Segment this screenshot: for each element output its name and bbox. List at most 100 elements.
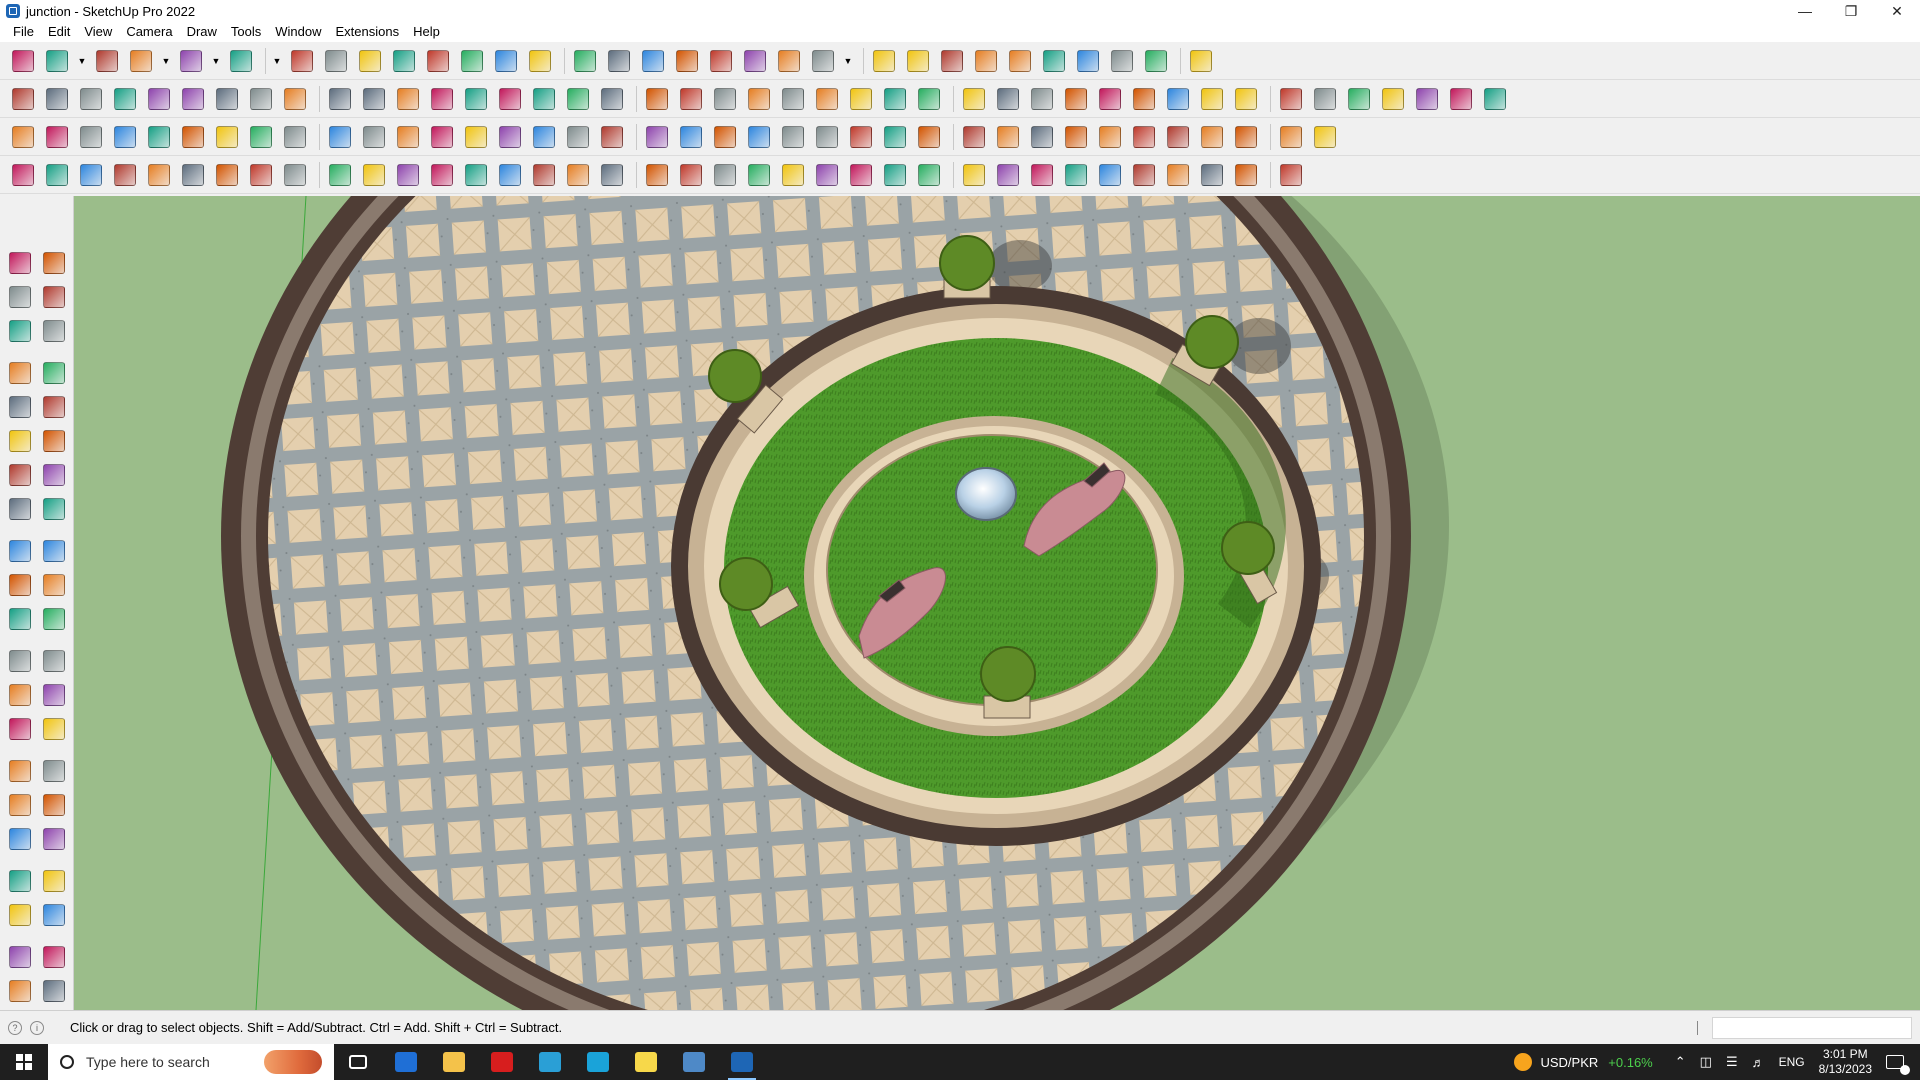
warehouse-icon[interactable] [672, 46, 702, 76]
scatter-icon[interactable] [1231, 122, 1261, 152]
axes-icon[interactable] [937, 46, 967, 76]
menu-draw[interactable]: Draw [180, 22, 224, 42]
cube-a-icon[interactable] [959, 122, 989, 152]
stop-icon[interactable] [1186, 46, 1216, 76]
wall-icon[interactable] [529, 84, 559, 114]
grid-blue-icon[interactable] [1095, 122, 1125, 152]
draw-p-icon[interactable] [529, 160, 559, 190]
draw-y-icon[interactable] [846, 160, 876, 190]
menu-file[interactable]: File [6, 22, 41, 42]
cross-blue-icon[interactable] [563, 122, 593, 152]
draw-b-icon[interactable] [42, 160, 72, 190]
solid-e-icon[interactable] [1480, 84, 1510, 114]
sort-icon[interactable] [971, 46, 1001, 76]
pencil-icon[interactable] [126, 46, 156, 76]
polygon-icon[interactable] [914, 84, 944, 114]
draw-ac-icon[interactable] [993, 160, 1023, 190]
draw-u-icon[interactable] [710, 160, 740, 190]
curve-red-icon[interactable] [461, 122, 491, 152]
share-icon[interactable] [1073, 46, 1103, 76]
menu-tools[interactable]: Tools [224, 22, 268, 42]
beam-icon[interactable] [359, 122, 389, 152]
plane-blue2-icon[interactable] [42, 122, 72, 152]
lasso-icon[interactable] [176, 46, 206, 76]
house5-icon[interactable] [710, 84, 740, 114]
chevron-up-icon[interactable]: ⌃ [1675, 1054, 1686, 1070]
task-view-icon[interactable] [334, 1044, 382, 1080]
flower-icon[interactable] [1061, 122, 1091, 152]
solid-b-icon[interactable] [1378, 84, 1408, 114]
draw-ai-icon[interactable] [1197, 160, 1227, 190]
dropdown-icon[interactable]: ▼ [76, 46, 88, 76]
draw-s-icon[interactable] [642, 160, 672, 190]
draw-ag-icon[interactable] [1129, 160, 1159, 190]
tag-icon[interactable] [39, 316, 69, 346]
restore-button[interactable]: ❐ [1828, 0, 1874, 22]
hook2-icon[interactable] [744, 122, 774, 152]
draw-ab-icon[interactable] [959, 160, 989, 190]
text-icon[interactable] [491, 46, 521, 76]
redo-icon[interactable] [1141, 46, 1171, 76]
box-shaded-icon[interactable] [42, 84, 72, 114]
offset-icon[interactable] [39, 604, 69, 634]
draw-r-icon[interactable] [597, 160, 627, 190]
fillet-icon[interactable] [427, 122, 457, 152]
tools-icon[interactable] [1039, 46, 1069, 76]
frame-icon[interactable] [325, 122, 355, 152]
clock[interactable]: 3:01 PM 8/13/2023 [1819, 1047, 1872, 1077]
panel2-icon[interactable] [427, 84, 457, 114]
cross-red-icon[interactable] [495, 122, 525, 152]
undo-icon[interactable] [1107, 46, 1137, 76]
zoom-extents-icon[interactable] [638, 46, 668, 76]
grid-orange2-icon[interactable] [1163, 122, 1193, 152]
orbit-icon[interactable] [525, 46, 555, 76]
paint-bucket-icon[interactable] [5, 282, 35, 312]
zoom-icon[interactable] [604, 46, 634, 76]
follow-me-icon[interactable] [321, 46, 351, 76]
sort-desc-icon[interactable] [1005, 46, 1035, 76]
stairs-icon[interactable] [280, 122, 310, 152]
layer-b-icon[interactable] [1310, 84, 1340, 114]
loop-icon[interactable] [778, 122, 808, 152]
grid-orange-icon[interactable] [1129, 122, 1159, 152]
pan-icon[interactable] [570, 46, 600, 76]
draw-aj-icon[interactable] [1231, 160, 1261, 190]
acrobat-icon[interactable] [478, 1044, 526, 1080]
menu-window[interactable]: Window [268, 22, 328, 42]
draw-l-icon[interactable] [393, 160, 423, 190]
tape-measure-icon[interactable] [457, 46, 487, 76]
star-blue-icon[interactable] [812, 122, 842, 152]
extrude-green-icon[interactable] [246, 84, 276, 114]
draw-ak-icon[interactable] [1276, 160, 1306, 190]
dropdown-icon[interactable]: ▼ [210, 46, 222, 76]
paint-icon[interactable] [226, 46, 256, 76]
box-icon[interactable] [8, 84, 38, 114]
sketchup-icon[interactable] [718, 1044, 766, 1080]
rotated-rect-icon[interactable] [39, 392, 69, 422]
draw-af-icon[interactable] [1095, 160, 1125, 190]
pan-icon[interactable] [39, 756, 69, 786]
draw-j-icon[interactable] [325, 160, 355, 190]
draw-e-icon[interactable] [144, 160, 174, 190]
plane-outline-icon[interactable] [178, 122, 208, 152]
curve-icon[interactable] [1163, 84, 1193, 114]
grid-orange3-icon[interactable] [1197, 122, 1227, 152]
draw-i-icon[interactable] [280, 160, 310, 190]
section-fill-icon[interactable] [903, 46, 933, 76]
arc2-icon[interactable] [39, 460, 69, 490]
language-indicator[interactable]: ENG [1779, 1055, 1805, 1069]
leaf-icon[interactable] [778, 84, 808, 114]
arc3-icon[interactable] [39, 494, 69, 524]
formula-icon[interactable] [744, 84, 774, 114]
plane-blue-icon[interactable] [8, 122, 38, 152]
helix-icon[interactable] [1095, 84, 1125, 114]
draw-ad-icon[interactable] [1027, 160, 1057, 190]
edge-icon[interactable] [574, 1044, 622, 1080]
extrude-orange-icon[interactable] [280, 84, 310, 114]
draw-t-icon[interactable] [676, 160, 706, 190]
ellipse-icon[interactable] [959, 84, 989, 114]
close-button[interactable]: ✕ [1874, 0, 1920, 22]
extrude-icon[interactable] [144, 84, 174, 114]
scale-icon[interactable] [5, 604, 35, 634]
menu-help[interactable]: Help [406, 22, 447, 42]
